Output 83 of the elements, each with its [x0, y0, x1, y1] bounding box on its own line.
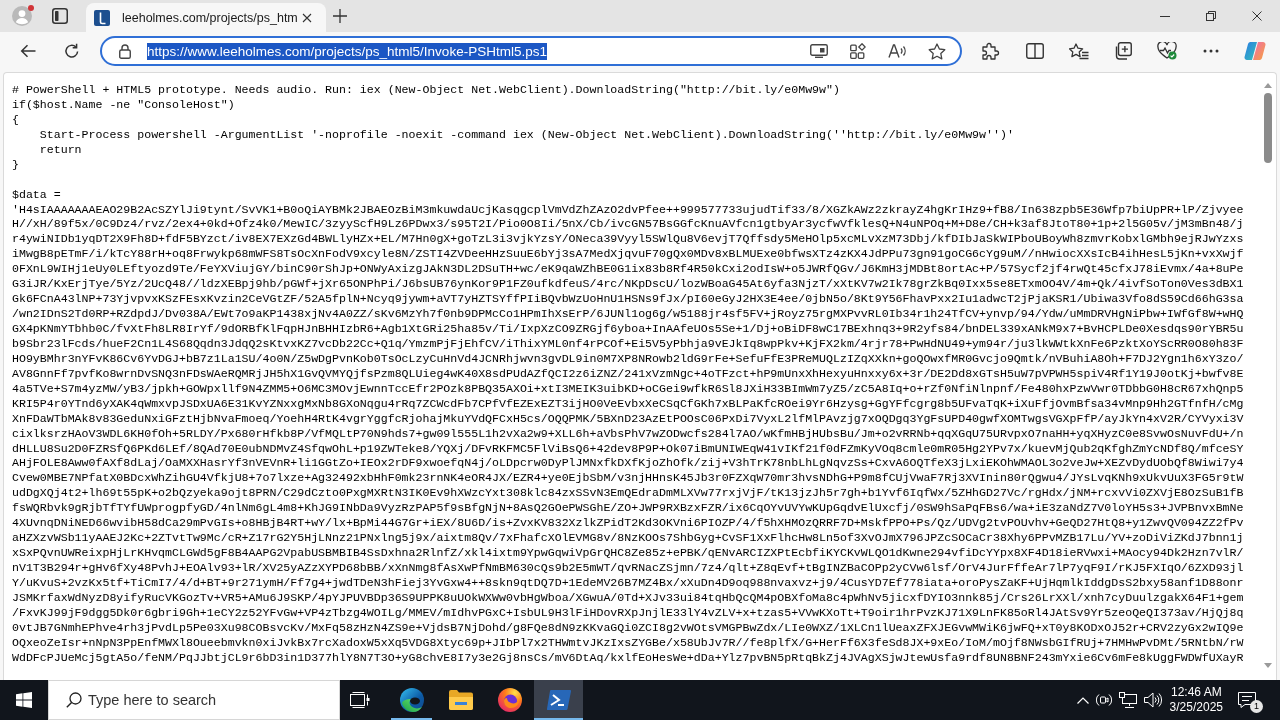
star-icon[interactable]: [928, 42, 946, 60]
data-line: cixlksrzHAoV3WDL6KH0fOh+5RLDY/Px680rHfkb8P/VfMQLtP70N9hds7+gw09l555L1h2vXa2w9+XLL6h+aVbsPhV7wZODwcfs284l7AO/wKfmHBjHUbsBu/Jm+o2vRRNb+qqXGqU75URvpxO7naHH+yqXHyzC0e8SvwOsNuvFdU+/n: [12, 426, 1244, 442]
address-bar[interactable]: https://www.leeholmes.com/projects/ps_html5/Invoke-PSHtml5.ps1: [100, 36, 962, 66]
app-logo-icon[interactable]: [1244, 41, 1266, 61]
data-line: nV1T3B294r+gHv6fXy48PvhJ+EOAlv93+lR/XV25yAZzXYPD68bBB/xXnNmg8fAsXwPfNmBM630cQs9b2E5mWT/qvRNacZSjmn/7z4/qlt+Z8qEvf+tBgINZBaCOPp2yCVw6lsf/OrV4JurFffeAr7lP7yqF9I/rKJ5FXIqO/6ZXD93jl: [12, 561, 1244, 576]
tab-actions-icon[interactable]: [52, 8, 68, 24]
data-line: iMwgB8pETmF/i/kTcY88rH+oq8Frwykp68mWFS8TsOcXnFodV9xcyle8N/ZSTI4ZVDeeHHzSuuE6bYj3sA7MedXjqvuF70gQx0MDv8xBLMUExe0bfwsXTz4zKX4JdPPu73gn91goCG6cYg9uM//nHwiocXXsIcB4ihHesL5jKn+vxXwjf: [12, 247, 1244, 263]
url-text[interactable]: https://www.leeholmes.com/projects/ps_html5/Invoke-PSHtml5.ps1: [147, 42, 547, 60]
back-icon[interactable]: [20, 44, 36, 58]
data-line: G3iJR/KxErjTye/5Yz/2UcQ48//ldzXEBpj9hb/pGWf+jXr65ONPhPi/J6bsUB76ynKor9P1FZ0ufkdfeuS/4rc/NKpDscU/lozWBoaG45At6yfa3NjzT/xXtKV7w2Ik78grZkBq0Ixx5se8ETxmOO4V/4m+Qk/4ivfSoTon0Ves3dBX1: [12, 277, 1244, 293]
notification-icon[interactable]: [1238, 692, 1256, 708]
taskbar-app-button[interactable]: [534, 680, 583, 720]
heart-pulse-icon[interactable]: [1157, 42, 1177, 60]
puzzle-icon[interactable]: [982, 42, 1000, 60]
task-view-icon[interactable]: [350, 692, 370, 708]
new-tab-icon[interactable]: [333, 9, 347, 23]
browser-tab[interactable]: leeholmes.com/projects/ps_htm: [86, 3, 326, 32]
data-line: /wn2IDnS2Td0RP+RZdpdJ/Dv038A/EWt7o9aKP1438xjNv4A0ZZ/sKv6MzYh7f0nb9DPMcCo1HPmIhXsErP/6JUNl1og6g/w5188jr4sf5FV+jRoyz75rgMXPvvRL0Ib34r1h24TfCV+ynvp/94/Ydw/uMmDRVHgNiPbw+IWfGf8W+wHQ: [12, 307, 1244, 322]
volume-icon[interactable]: [1143, 692, 1162, 708]
scroll-up-icon[interactable]: [1264, 83, 1272, 88]
data-line: JSMKrfaxWdNyzD8yifyRucVKGozTv+VR5+AMu6J9SKP/4pYJPUVBDp36S9UPPK8uUOkWXWw0vbHgWboa/XGwuA/0Td+XJv33ui84tqHbQcQM4pOBXfoMa8c4pWhNv5jicxfDYIO3nnk85j/Crs26LrXXl/xnh7cyDuulzgakX64F1+gem: [12, 590, 1244, 606]
data-line: Y/uKvuS+2vzKx5tf+TiCmI7/4/d+BT+9r271ymH/Ff7g4+jwdTDeN3hFiej3YvGxw4++8skn9qtDQ7D+1EdeMV26B7MZ4Bx/xXuDn4D9oq988nvaxvz+j9/4CusYD7Ef778iata+oroPysZaKF+UjHqmlkIddgDsS2bxy58anf1D88onr: [12, 575, 1244, 591]
site-icon: [94, 9, 110, 26]
data-line: xSxPQvnUWReixpHjLrKHvqmCLGWd5gF8B4AAPG2VpabUSBMBIB4SsDxhna2RlnfZ/xkl4ixtm9YpwGqwiVpGrQHC8Ze85z+ePBK/qENvARCIZXPtEcbfiKYCKvWLQO1dKwne294vfiDcYYpx8XF4D18ieRVwxi+MAocy94Dk2Hzn7vlR/: [12, 546, 1244, 561]
data-line: H//xH/89f5x/0C9Dz4/rvz/2ex4+0kd+Ofz4k0/MewIC/3zyyScfH9Lz6PDwx3/s95T2I/Pio0O8Ii/5nX/Cb/ivcGN57BsGGfcKnuAVfcn1gtbyAr3ycfwVfklesQ+N4uNPOq+M+D8e/CH+k3af8JtoT80+1p+2l5G05v/jM3mBn48/j: [12, 217, 1244, 233]
data-line: HO9yBMhr3nYFvK86Cv6YvDGJ+bB7z1La1SU/4o0N/Z5wDgPvnKob0TsOcLzyCuHnVd4JCNRhjwvn3gvDL9in0M7XP8NRowb2ldG9rFe+SefuFfE3PReMUQLzIZqXXkn+goQOwxfMR0Gvcjo9Qmtk/nVBuhiA8Oh+F7DJ2Ygn1h6xY3zo/: [12, 351, 1244, 367]
chevron-up-icon[interactable]: [1076, 696, 1089, 704]
code-line: $data =: [12, 187, 61, 203]
network-icon[interactable]: [1118, 692, 1137, 708]
data-line: Gk6FCnA43lNP+73YjvpvxKSzFEsxKvzin2CeVGtZF/52A5fplN+Ncyq9jywm+aVT7yHZTSYffPIiBQvbWzUoHnU1HSNs9fJx/pI60eGyJ2HX3E4ee/0jbN5o/8Kt9Y56FhavPxx2Iu1adwcT2jPjaKSR1/Ubiwa3Vfo8dS59Cd66hG3sa: [12, 292, 1244, 308]
windows-logo-icon[interactable]: [16, 692, 32, 708]
profile-icon[interactable]: [12, 6, 32, 26]
data-line: KRI5P4r0YTnd6yXAK4qWmxvpJSDxUA6E31KvYZNxxgMxNb8GXoNqgu4rRq7ZCWcdFb7CPfVfEZExEZT3ijHO0VeEvbxXeCSqCfGKh7xBLPaKfcROei9Yr6Hzysg+GgYFfcgrg8b5UFvaTqK+iXuFfjOvmBfsa34vMnp9Hh2GTfnfH/cMg: [12, 396, 1244, 412]
refresh-icon[interactable]: [64, 43, 80, 59]
minimize-icon[interactable]: [1160, 15, 1170, 17]
code-line: return: [38, 142, 82, 158]
search-icon: [66, 692, 82, 708]
data-line: WdDFcPJUeMcj5gtA5o/feNM/PqJJbtjCL9r6bD3in1D377hlY8N7T3O+yG8chvE8I7y3e2Gj8nsCs/mV6DtAq/kxlfEoHesWe+dDa+Ylz7pvBN5pRtqBkZj4JVAgXSjwJtewUsfa9rdf8UN8BNF243mYxie6Cv6mFe8kUggFWDWfUXayR: [12, 650, 1244, 666]
data-line: 4a5TVe+S7m4yzMW/yB3/jpkh+GOWpxllf9N4ZMM5+O6MC3MOvjEwnnTccEfr2POzk8PBQ35AXOi+xtI3MEIK3uibKD+oCGei9wfkR6Sl8JXiH33BImWm7yZ5/zC5A8Iq+o+rZf0NfiNlnpnf/Fe480hxPzwVwr0TDbbG0H8cR67xhQnp5: [12, 381, 1244, 397]
more-icon[interactable]: [1203, 49, 1219, 53]
search-field[interactable]: Type here to search: [48, 680, 340, 720]
notification-dot-icon: [28, 5, 34, 11]
code-line: Start-Process powershell -ArgumentList '-noprofile -noexit -command iex (New-Object Net.WebClient).DownloadString(''http://bit.ly/e0Mw9w'')': [38, 127, 1014, 143]
code-line: }: [12, 157, 19, 173]
data-line: AHjFOLE8Aww0fAXf8dLaj/OaMXXHasrYf3nVEVnR+li1GGtZo+IEOx2rDF9xwoefqN4j/oLDpcrw0DyPlJMNxfkDXfKjoZhOfk/zij+V3hTrK78nbLhLgNqvzSs+CxvA6OQTfeX3jLxiEKOhWMAOL3o2veJw+XEZvDydUObQf8Wiwi7y4: [12, 456, 1244, 472]
read-aloud-icon[interactable]: [888, 44, 906, 58]
edge-icon: [399, 688, 424, 712]
data-line: XnFDaWTbMAk8v83GeduNxiGFztHjbNvaFmoeq/YoehH4RtK4vgrYggfcRjohajMkuYVdQFCxH5cs/OQQPMK/5BXnD23AzEtPOOsC06PxDi7VyxL2lfMlPAvzjg7xOQDgq3YgFsUPD40gwfXOMTwgsVGXpFfP/ayJkYn4xV2R/CYVyxi3V: [12, 411, 1244, 427]
close-icon[interactable]: [1252, 11, 1262, 21]
split-screen-icon[interactable]: [1026, 43, 1044, 59]
apps-grid-icon[interactable]: [850, 43, 866, 59]
restore-icon[interactable]: [1206, 11, 1216, 21]
data-line: dHLLU8Su2D0FZRSfQ6PKd6LEf/8QAd70E0ubNDMvZ4SfqwOhL+p19ZWTeke8/YQXj/DFvRKFMC5FlViBsQ6+42dev8P9P+Ok07iBmUNIWEqW41vIKf21f0dFZmKyVOq8cmle0mR05Hg2YPv7x/kuevMjQub2qKfghZmYcNDf8Q/mfceSY: [12, 441, 1244, 457]
firefox-icon: [497, 688, 522, 712]
close-icon[interactable]: [302, 12, 312, 23]
data-line: AV8GnnFf7pvfKo8wrnDvSNQ3nFDsWAeRQMRjJH5hX1GvQVMYQjfsPzm8QLUieg4wK40X8sdPUdAZfQCI2z6iZNZ/241xVzmNgc+4oTFzct+hP9mUnxXhHexyuHnxxy6x+3r/DE2Dd8xGTsH5uW7pVPWH5spiV4Rf1Y19J0otKj+bwfv8E: [12, 366, 1244, 382]
favorites-icon[interactable]: [1069, 42, 1089, 60]
data-line: r4ywiNIDb1yqDT2X9Fh8D+fdF5BYzct/iv8EX7EXzGd4BWLlyHZx+EL/M7Hn0gX+goTzL3i3vjkYzsY/ONeca39Vyyl5SWlQu8V6evjT7Qffsdy5MeHOlp5xcMLvXzM73Dbj/kfDIbJaSkWIPboUBoyWh8zmvrKobxlGMbh9ejRJwYzxs: [12, 232, 1244, 248]
data-line: udDgXQj4t2+lh69t55pK+o2bQzyeka9ojt8PRN/C29dCzto0PxgMXRtN3IK0Ev9hXWzcYxt308klc84zxSSvN3EmQEdraDmMLXVw77rxjVjF/tK13jzJh5r7gh+b1Yvf6IqfWx/5ZHhGD27Vc/rgHdx/jNM+rcxvVi0ZXVjE8OzSuB1fB: [12, 486, 1244, 502]
data-line: /FxvKJ99jF9dgg5Dk0r6gbri9Gh+1eCY2z52YFvGw+VP4zTbzg4WOILg/MMEV/mIdhvPGxC+IsbUL9H3lFiHDovRXpJnjlE33lY4vZLV+x+tzas5+VVwKXoTt+T9oir1hrPvzKJ71X9LnFK85oRl4JAtSv9Yr5zeoQeQI373av/HjQj8q: [12, 605, 1244, 621]
data-line: b9Sbr23lFcds/hueF2Cn1L4S68Qqdn3JdqQ2sKtvxKZ7vcDb22Cc+Q1q/YmzmPjFjEhfCV/iThixYML0nf4rPCOf+Ei5V5yPbhja9vEJkIq8wpPkv+KjFX2km/4rjr78+PwHdNU49+ym94r/ju3lkWWtkXnFe6PzktXoYScRR0O80h83F: [12, 336, 1244, 352]
data-line: 'H4sIAAAAAAAEAO29B2AcSZYlJi9tynt/SvVK1+B0oQiAYBMk2JBAEOzBiM3mkuwdaUcjKasqgcplVmVdZhZAzO2dvPfee++999577733ujudTif33/8/XGZkAWz2zkrayZ4hgKrIHz9+fB8/In638zpb5E36Wfp7biUpPR+lP/Zjvyee: [12, 202, 1244, 218]
data-line: 0vtJB7GNmhEPhve4rh3jPvdLp5Pe03Xu98COBsvcKv/MxFq58zHzN4ZS9e+VjdsB7NjDohd/g8FQe8dN9zKKvaGQi0ZCI8g2vWOtsVMGPBwZdx/LIe0WXZ/1XLCn1lUeaxZFXJEGvwMWiK6jwFQ+xT0y8KODxOJ52r+CRV2zyGx2wIQ9e: [12, 620, 1244, 636]
clock[interactable]: 12:46 AM 3/25/2025: [1161, 680, 1231, 720]
scrollbar-thumb[interactable]: [1264, 93, 1272, 163]
data-line: fsWQRbvk9gRjbTfTYfUWprogpfyGD/4nlNm6gL4m8+KhJG9INbDa9VyzRzPAP5f9sBfgNjN+8AsQ2GOePWSGhE/ZO+JWP9RXBzxFZR/ix6CqOYvUVYwKUpGqdvElUxcfj/0SW9hSaPqFBs6/wa+iE3zaNdZ7V0loYH5s3+JVPBnvxBmNe: [12, 501, 1244, 517]
code-line: if($host.Name -ne "ConsoleHost"): [12, 97, 235, 113]
data-line: GX4pKNmYTbhb0C/fvXtFh8LR8IrYf/9dORBfKlFqpHJnBHHIzbR6+Agb1XtGRi25ha85v/Ti/IxpXzCO9ZRGjf6yboa+InAAfeUOs5Se+1/Dj+oBiDF8wC17BExhnq3+9R2yfs84/bnDEL339xANkM9x7+BvHCPLDe0Xesdqs90rYBR5u: [12, 322, 1244, 337]
data-line: 4XUvnqDNiNED66wvibH58dCa29mPvGIs+o8HBjB4RT+wY/lx+BpMi44G7Gr+iEX/8U6D/is+ZvxKV832XzlkZPidT2Kd3OKVni6PIOZP/4/f5hXHMOzQRRF7D+MskfPPO+Ps/Qz/UDVg2tvPOUvhv+GeQD27HtQ8+y1ZwvQV094ZZ2fPv: [12, 516, 1244, 532]
terminal-icon: [546, 690, 571, 710]
data-line: OQxeoZeIsr+nNpN3PpEnfMWXl8Oueebmvkn0xiJvkBx7rcXadoxW5xXq5VDG8Xtyc69p+JIbPl7x2THWmtvJKzIxsZYGBe/x58UbJv7R//fe8plfX/G+HerFf6X3feSd8JX+9xEo/IoM/mOjf8NWsbGIfRUj+7HMHwPvDMt/5RNtbN/rW: [12, 635, 1244, 651]
folder-icon: [448, 690, 473, 710]
data-line: Cvew0MBE7NPfatX0BDcxWhZihGU4VfkjU8+7o7lxze+Ag32492xbHhF0mk23rnNK4eOR4JX/EZR4+ye0EjbSbM/v3njHHnsK45Jb3r0FZXqW70mr3hvsNDhG+P9m8fCUjVwaF7Rj3XVInin80rQgwu4/JYsLvqKNh9xUkvUuX3FG5r9tW: [12, 471, 1244, 487]
monitor-icon[interactable]: [810, 44, 828, 58]
lock-icon[interactable]: [119, 43, 131, 59]
notification-badge: 1: [1250, 700, 1263, 713]
scroll-down-icon[interactable]: [1264, 663, 1272, 668]
data-line: aHZXzvWSb11yAAEJ2Kc+2ZTvtTw9Mc/cR+Z17rG2Y5HjLNnz21PNxlng5j9x/aixtm8Qv/7xFhafcXOlEVMG8v/8NzKOOs7ShbGyg+CvSF1XxFlhcHw8Ln5of3XvOJmX796JPZcSOCaCr38Xhy6PPvMZB17Lu/YV+zoDiViZKdJ7bnn1j: [12, 531, 1244, 547]
code-line: # PowerShell + HTML5 prototype. Needs audio. Run: iex (New-Object Net.WebClient).DownloadString("http://bit.ly/e0Mw9w"): [12, 83, 840, 98]
data-line: 0FXnL9WIHj1eUy0LEftyozd9Te/FeYXViujGY/binC90rShJp+ONWyAxizgJAkN3DL2DSuTH+wc/eK9qaWZhBE0G1ix83b8Rf4R50kCxi2odIsW+o5JWRfQGv/J6KmH3jMDBt8ortAc+P/57Sycf2jf4rwQt45cfxJ78iEvmx/4a+8uPe: [12, 262, 1244, 278]
collections-icon[interactable]: [1114, 42, 1132, 60]
code-line: {: [12, 112, 19, 128]
video-camera-icon[interactable]: [1095, 692, 1112, 708]
